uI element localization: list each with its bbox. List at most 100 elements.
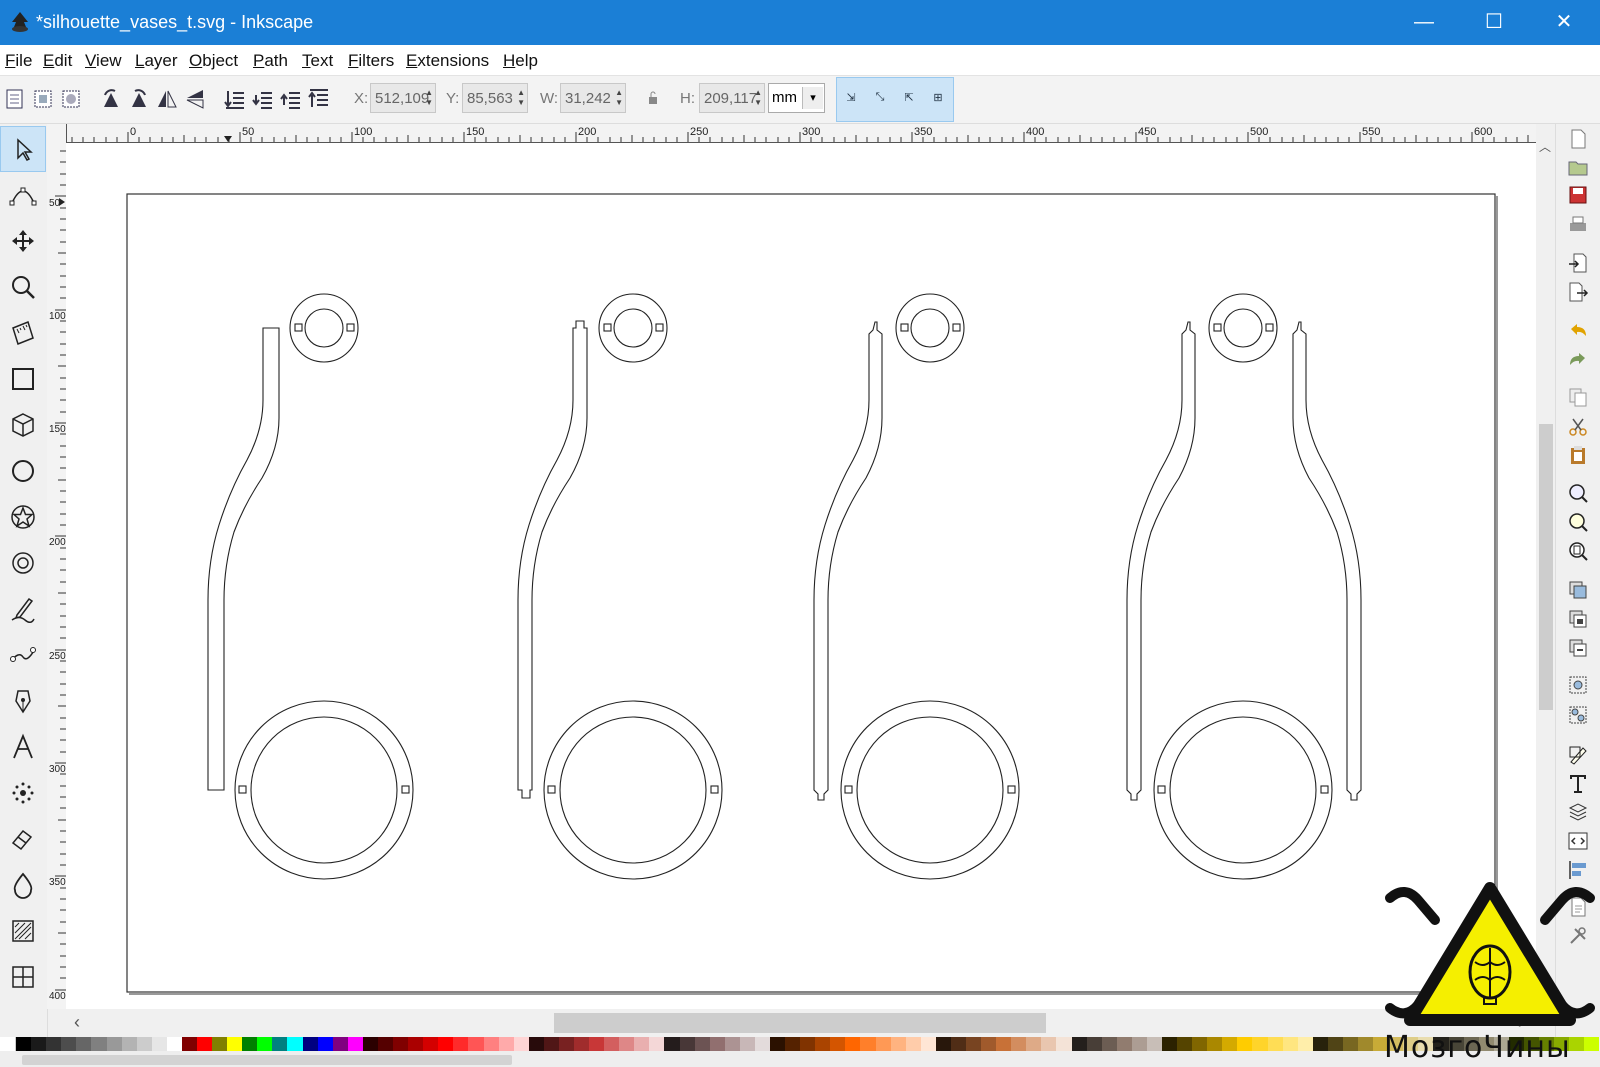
cut-icon[interactable] [1567,416,1589,438]
palette-swatch[interactable] [453,1037,469,1051]
menu-path[interactable]: Path [253,51,288,71]
w-spin-arrows[interactable]: ▲ ▼ [615,88,623,108]
redo-icon[interactable] [1567,349,1589,371]
palette-swatch[interactable] [31,1037,47,1051]
rotate-ccw-icon[interactable] [99,87,123,111]
palette-swatch[interactable] [197,1037,213,1051]
palette-swatch[interactable] [845,1037,861,1051]
vertical-ruler[interactable]: 50 100 150 200 250 300 350 400 [47,124,67,1009]
palette-swatch[interactable] [604,1037,620,1051]
tool-node[interactable] [0,172,46,218]
palette-swatch[interactable] [377,1037,394,1051]
palette-swatch[interactable] [543,1037,559,1051]
palette-swatch[interactable] [136,1037,152,1051]
menu-file[interactable]: File [5,51,32,71]
zoom-selection-icon[interactable] [1567,482,1589,504]
palette-swatch[interactable] [1177,1037,1193,1051]
palette-swatch[interactable] [1267,1037,1283,1051]
color-palette[interactable] [0,1037,1600,1051]
deselect-icon[interactable] [59,87,83,111]
palette-swatch[interactable] [785,1037,801,1051]
palette-swatch[interactable] [830,1037,846,1051]
tool-text[interactable] [0,724,46,770]
drawing-canvas[interactable] [66,143,1536,1009]
palette-swatch[interactable] [16,1037,32,1051]
move-patterns-icon[interactable]: ⊞ [927,91,949,109]
open-folder-icon[interactable] [1567,156,1589,178]
unlink-clone-icon[interactable] [1567,637,1589,659]
palette-none-swatch[interactable] [0,1037,17,1051]
copy-icon[interactable] [1567,386,1589,408]
scale-corners-icon[interactable]: ⤡ [869,91,891,109]
align-distribute-icon[interactable] [1567,859,1589,881]
palette-swatch[interactable] [1358,1037,1374,1051]
horizontal-ruler[interactable]: 0 50 100 150 200 250 300 350 400 450 500… [66,124,1536,143]
palette-swatch[interactable] [1327,1037,1343,1051]
undo-icon[interactable] [1567,320,1589,342]
x-input[interactable]: 512,109 ▲ ▼ [370,83,436,113]
export-icon[interactable] [1567,281,1589,303]
palette-swatch[interactable] [408,1037,424,1051]
tool-calligraphy[interactable] [0,678,46,724]
palette-swatch[interactable] [468,1037,484,1051]
palette-swatch[interactable] [966,1037,982,1051]
w-input[interactable]: 31,242 ▲ ▼ [560,83,626,113]
palette-swatch[interactable] [287,1037,303,1051]
palette-swatch[interactable] [619,1037,635,1051]
menu-extensions[interactable]: Extensions [406,51,489,71]
menu-layer[interactable]: Layer [135,51,178,71]
palette-swatch[interactable] [1312,1037,1328,1051]
palette-swatch[interactable] [332,1037,348,1051]
menu-edit[interactable]: Edit [43,51,72,71]
palette-swatch[interactable] [121,1037,137,1051]
palette-swatch[interactable] [890,1037,906,1051]
fill-stroke-icon[interactable] [1567,744,1589,766]
tool-ellipse[interactable] [0,448,46,494]
palette-swatch[interactable] [1282,1037,1298,1051]
palette-swatch[interactable] [317,1037,333,1051]
palette-swatch[interactable] [1237,1037,1253,1051]
palette-swatch[interactable] [257,1037,273,1051]
layers-icon[interactable] [1567,801,1589,823]
palette-swatch[interactable] [1026,1037,1042,1051]
palette-swatch[interactable] [166,1037,182,1051]
raise-icon[interactable] [279,87,303,111]
tool-paint-bucket[interactable] [0,862,46,908]
paste-icon[interactable] [1567,444,1589,466]
palette-swatch[interactable] [1041,1037,1057,1051]
palette-swatch[interactable] [905,1037,921,1051]
palette-swatch[interactable] [513,1037,529,1051]
palette-swatch[interactable] [227,1037,243,1051]
palette-swatch[interactable] [860,1037,876,1051]
menu-text[interactable]: Text [302,51,333,71]
palette-swatch[interactable] [151,1037,167,1051]
palette-swatch[interactable] [212,1037,228,1051]
palette-swatch[interactable] [800,1037,816,1051]
tool-pencil[interactable] [0,586,46,632]
palette-swatch[interactable] [393,1037,409,1051]
palette-swatch[interactable] [1146,1037,1163,1051]
palette-swatch[interactable] [272,1037,288,1051]
duplicate-icon[interactable] [1567,579,1589,601]
new-document-icon[interactable] [1567,128,1589,150]
tool-zoom[interactable] [0,264,46,310]
scroll-up-icon[interactable]: ︿ [1539,138,1551,155]
horizontal-scroll-thumb[interactable] [554,1013,1046,1033]
palette-swatch[interactable] [1207,1037,1223,1051]
flip-vertical-icon[interactable] [183,87,207,111]
palette-swatch[interactable] [709,1037,725,1051]
palette-swatch[interactable] [664,1037,680,1051]
scale-stroke-icon[interactable]: ⇲ [840,91,862,109]
minimize-button[interactable]: — [1404,8,1444,36]
xml-editor-icon[interactable] [1567,830,1589,852]
palette-swatch[interactable] [242,1037,258,1051]
palette-swatch[interactable] [483,1037,499,1051]
tool-rectangle[interactable] [0,356,46,402]
palette-swatch[interactable] [438,1037,454,1051]
tool-eraser[interactable] [0,816,46,862]
palette-swatch[interactable] [679,1037,695,1051]
palette-swatch[interactable] [875,1037,891,1051]
y-input[interactable]: 85,563 ▲ ▼ [462,83,528,113]
vertical-scrollbar[interactable]: ︿ [1537,124,1554,1009]
palette-swatch[interactable] [573,1037,590,1051]
